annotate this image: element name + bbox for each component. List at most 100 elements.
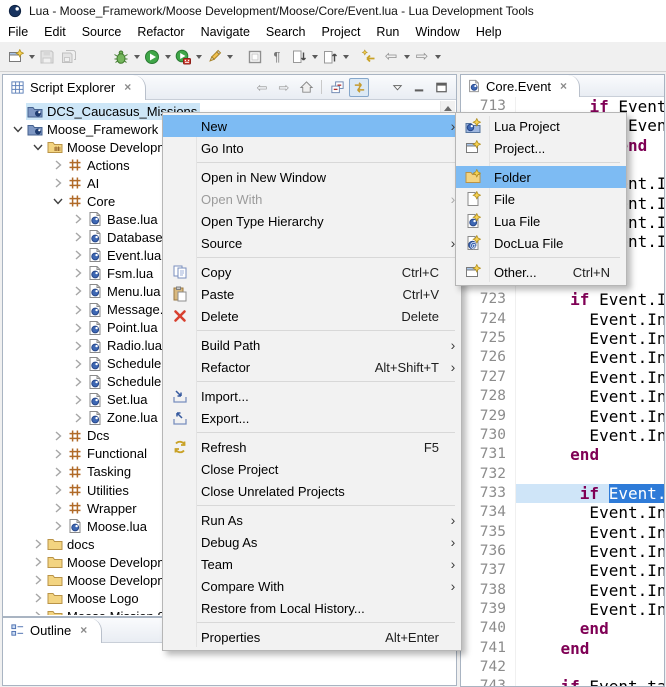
chevron-right-icon[interactable] — [70, 338, 86, 354]
chevron-down-icon[interactable] — [50, 193, 66, 209]
link-with-editor-icon[interactable] — [349, 78, 369, 97]
menu-item-export[interactable]: Export... — [163, 407, 461, 429]
code-line-737[interactable]: Event.IniDCSGroupName = Event.IniDCSGrou… — [516, 561, 664, 580]
dropdown-caret-icon[interactable] — [163, 46, 172, 68]
chevron-right-icon[interactable] — [50, 157, 66, 173]
tab-editor-core-event[interactable]: Core.Event × — [461, 75, 580, 97]
menu-item-properties[interactable]: PropertiesAlt+Enter — [163, 626, 461, 648]
chevron-right-icon[interactable] — [70, 265, 86, 281]
collapse-all-icon[interactable] — [327, 78, 347, 97]
menu-item-new[interactable]: New› — [163, 115, 461, 137]
menu-item-project[interactable]: Project... — [456, 137, 626, 159]
save-all-icon[interactable] — [58, 46, 80, 68]
view-back-icon[interactable]: ⇦ — [252, 78, 272, 97]
chevron-right-icon[interactable] — [50, 446, 66, 462]
chevron-right-icon[interactable] — [50, 500, 66, 516]
code-line-729[interactable]: Event.IniGroupName = Event.IniDCSGroupNa… — [516, 407, 664, 426]
menu-item-close-unrelated-projects[interactable]: Close Unrelated Projects — [163, 480, 461, 502]
menu-item-lua-project[interactable]: Lua Project — [456, 115, 626, 137]
menu-item-source[interactable]: Source› — [163, 232, 461, 254]
chevron-right-icon[interactable] — [70, 392, 86, 408]
code-line-734[interactable]: Event.IniDCSUnit = Event.initiator — [516, 503, 664, 522]
external-tools-icon[interactable] — [203, 46, 225, 68]
code-line-730[interactable]: Event.IniCoalition = Event.IniDCSUnit:ge… — [516, 426, 664, 445]
menubar-item-refactor[interactable]: Refactor — [129, 23, 192, 41]
menu-item-go-into[interactable]: Go Into — [163, 137, 461, 159]
menu-item-paste[interactable]: PasteCtrl+V — [163, 283, 461, 305]
code-line-723[interactable]: if Event.IniObjectCategory == Object.Cat… — [516, 290, 664, 309]
menubar-item-window[interactable]: Window — [407, 23, 467, 41]
minimize-icon[interactable] — [409, 78, 429, 97]
menu-item-restore-from-local-history[interactable]: Restore from Local History... — [163, 597, 461, 619]
menu-item-other[interactable]: Other...Ctrl+N — [456, 261, 626, 283]
dropdown-caret-icon[interactable] — [402, 46, 411, 68]
prev-annotation-icon[interactable] — [319, 46, 341, 68]
view-up-icon[interactable] — [296, 78, 316, 97]
code-line-738[interactable]: Event.IniUnitName = Event.IniDCSUnitName — [516, 581, 664, 600]
chevron-right-icon[interactable] — [70, 229, 86, 245]
tab-script-explorer[interactable]: Script Explorer × — [3, 75, 146, 100]
menu-item-lua-file[interactable]: Lua File — [456, 210, 626, 232]
dropdown-caret-icon[interactable] — [194, 46, 203, 68]
chevron-right-icon[interactable] — [50, 482, 66, 498]
tab-outline[interactable]: Outline × — [3, 618, 102, 643]
back-icon[interactable]: ⇦ — [380, 46, 402, 68]
view-menu-icon[interactable] — [387, 78, 407, 97]
chevron-right-icon[interactable] — [70, 356, 86, 372]
menubar-item-edit[interactable]: Edit — [36, 23, 74, 41]
code-line-742[interactable] — [516, 658, 664, 677]
dropdown-caret-icon[interactable] — [132, 46, 141, 68]
chevron-right-icon[interactable] — [70, 283, 86, 299]
menubar-item-project[interactable]: Project — [314, 23, 369, 41]
menu-item-compare-with[interactable]: Compare With› — [163, 575, 461, 597]
menubar-item-source[interactable]: Source — [74, 23, 130, 41]
chevron-right-icon[interactable] — [70, 320, 86, 336]
code-line-732[interactable] — [516, 465, 664, 484]
run-icon[interactable] — [141, 46, 163, 68]
menu-item-open-in-new-window[interactable]: Open in New Window — [163, 166, 461, 188]
chevron-down-icon[interactable] — [30, 139, 46, 155]
forward-icon[interactable]: ⇨ — [411, 46, 433, 68]
dropdown-caret-icon[interactable] — [341, 46, 350, 68]
menubar-item-search[interactable]: Search — [258, 23, 314, 41]
menu-item-open-type-hierarchy[interactable]: Open Type Hierarchy — [163, 210, 461, 232]
last-edit-location-icon[interactable] — [358, 46, 380, 68]
menu-item-refactor[interactable]: RefactorAlt+Shift+T› — [163, 356, 461, 378]
chevron-right-icon[interactable] — [70, 211, 86, 227]
menu-item-open-with[interactable]: Open With› — [163, 188, 461, 210]
chevron-right-icon[interactable] — [30, 590, 46, 606]
menubar-item-help[interactable]: Help — [468, 23, 510, 41]
menu-item-debug-as[interactable]: Debug As› — [163, 531, 461, 553]
maximize-icon[interactable] — [431, 78, 451, 97]
code-line-739[interactable]: Event.IniGroupName = Event.IniDCSGroupNa… — [516, 600, 664, 619]
dropdown-caret-icon[interactable] — [225, 46, 234, 68]
menu-item-team[interactable]: Team› — [163, 553, 461, 575]
show-whitespace-icon[interactable]: ¶ — [266, 46, 288, 68]
menu-item-build-path[interactable]: Build Path› — [163, 334, 461, 356]
dropdown-caret-icon[interactable] — [433, 46, 442, 68]
new-wizard-icon[interactable] — [5, 46, 27, 68]
menu-item-import[interactable]: Import... — [163, 385, 461, 407]
code-line-731[interactable]: end — [516, 445, 664, 464]
code-line-740[interactable]: end — [516, 619, 664, 638]
chevron-right-icon[interactable] — [50, 175, 66, 191]
close-icon[interactable]: × — [80, 623, 87, 637]
chevron-right-icon[interactable] — [50, 464, 66, 480]
chevron-right-icon[interactable] — [30, 536, 46, 552]
close-icon[interactable]: × — [560, 79, 567, 93]
chevron-right-icon[interactable] — [50, 428, 66, 444]
menu-item-copy[interactable]: CopyCtrl+C — [163, 261, 461, 283]
menu-item-file[interactable]: File — [456, 188, 626, 210]
menubar-item-file[interactable]: File — [0, 23, 36, 41]
menu-item-doclua-file[interactable]: @DocLua File — [456, 232, 626, 254]
chevron-right-icon[interactable] — [30, 554, 46, 570]
code-line-741[interactable]: end — [516, 639, 664, 658]
chevron-right-icon[interactable] — [30, 608, 46, 615]
chevron-right-icon[interactable] — [50, 518, 66, 534]
debug-icon[interactable] — [110, 46, 132, 68]
menubar-item-run[interactable]: Run — [368, 23, 407, 41]
close-icon[interactable]: × — [124, 80, 131, 94]
menu-item-folder[interactable]: Folder — [456, 166, 626, 188]
chevron-right-icon[interactable] — [70, 247, 86, 263]
chevron-right-icon[interactable] — [30, 572, 46, 588]
